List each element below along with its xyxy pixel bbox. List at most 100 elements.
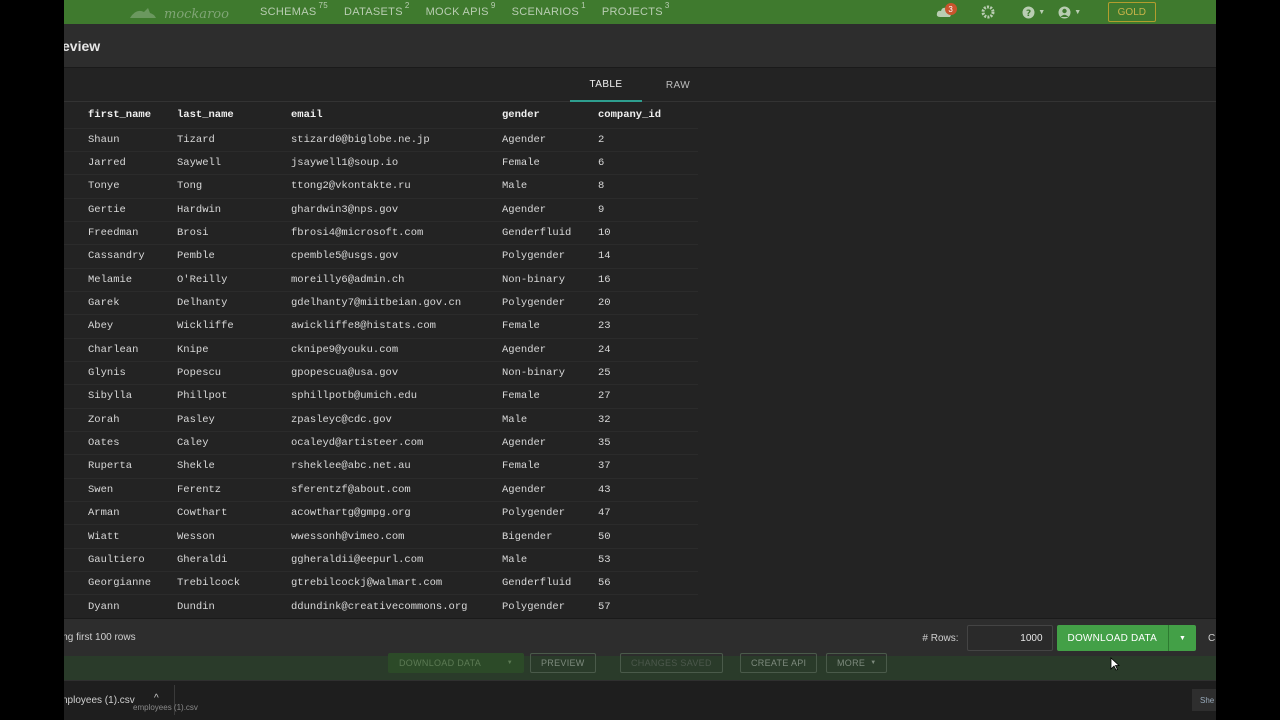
table-cell-gender: Female — [502, 460, 540, 473]
table-cell-gender: Agender — [502, 133, 547, 146]
chevron-down-icon: ▼ — [1074, 8, 1082, 16]
help-menu-button[interactable]: ? ▼ — [1016, 0, 1052, 24]
account-menu-button[interactable]: ▼ — [1052, 0, 1088, 24]
table-cell-first-name: Arman — [88, 507, 120, 520]
tab-raw[interactable]: RAW — [642, 68, 714, 102]
close-button-partial[interactable]: C — [1208, 633, 1216, 644]
table-cell-gender: Polygender — [502, 600, 566, 613]
column-header: email — [291, 108, 323, 121]
table-cell-last-name: Gheraldi — [177, 553, 228, 566]
gold-button[interactable]: GOLD — [1107, 2, 1156, 22]
preview-table-container[interactable]: first_name last_name email gender compan… — [64, 102, 1216, 618]
table-cell-email: ddundink@creativecommons.org — [291, 600, 468, 613]
table-cell-email: cknipe9@youku.com — [291, 343, 399, 356]
table-cell-gender: Agender — [502, 343, 547, 356]
bg-create-api-button: CREATE API — [740, 653, 818, 673]
rows-input[interactable] — [966, 625, 1053, 651]
table-cell-last-name: Wickliffe — [177, 320, 234, 333]
table-cell-gender: Genderfluid — [502, 227, 572, 240]
table-cell-email: acowthartg@gmpg.org — [291, 507, 411, 520]
table-cell-gender: Bigender — [502, 530, 553, 543]
table-cell-gender: Non-binary — [502, 367, 566, 380]
tab-table[interactable]: TABLE — [570, 68, 642, 102]
nav-item-schemas[interactable]: SCHEMAS 75 — [260, 1, 328, 18]
nav-item-projects[interactable]: PROJECTS 3 — [602, 1, 670, 18]
table-cell-company-id: 43 — [598, 483, 611, 496]
mockaroo-logo-icon[interactable]: mockaroo — [128, 4, 240, 22]
table-row: Wiatt Wesson wwessonh@vimeo.com Bigender 50 — [64, 524, 698, 548]
table-row: Swen Ferentz sferentzf@about.com Agender 43 — [64, 478, 698, 501]
table-cell-last-name: Pemble — [177, 250, 215, 263]
table-row: Charlean Knipe cknipe9@youku.com Agender 24 — [64, 338, 698, 361]
table-cell-email: jsaywell1@soup.io — [291, 157, 399, 170]
preview-table: first_name last_name email gender compan… — [64, 102, 698, 618]
table-cell-company-id: 6 — [598, 157, 605, 170]
table-cell-company-id: 35 — [598, 437, 611, 450]
table-cell-first-name: Gaultiero — [88, 553, 145, 566]
background-action-bar: DOWNLOAD DATA ▼ PREVIEW CHANGES SAVED CR… — [64, 653, 1216, 680]
table-body: Shaun Tizard stizard0@biglobe.ne.jp Agender… — [64, 128, 698, 618]
table-cell-company-id: 23 — [598, 320, 611, 333]
table-cell-email: moreilly6@admin.ch — [291, 273, 405, 286]
table-cell-gender: Polygender — [502, 250, 566, 263]
table-row: Garek Delhanty gdelhanty7@miitbeian.gov.cn… — [64, 291, 698, 314]
table-row: Gertie Hardwin ghardwin3@nps.gov Agender 9 — [64, 198, 698, 221]
show-all-button[interactable]: She — [1192, 689, 1216, 711]
nav-menu: SCHEMAS 75 DATASETS 2 MOCK APIS 9 SCENARIOS… — [260, 0, 686, 24]
table-cell-company-id: 50 — [598, 530, 611, 543]
preview-modal: eview TABLE RAW first_name last_name ema… — [64, 24, 1216, 656]
table-cell-last-name: Cowthart — [177, 507, 228, 520]
table-cell-first-name: Jarred — [88, 157, 126, 170]
table-cell-first-name: Swen — [88, 483, 114, 496]
download-file-name[interactable]: nployees (1).csv — [64, 695, 135, 706]
cloud-download-button[interactable]: 3 — [930, 0, 958, 24]
table-cell-first-name: Cassandry — [88, 250, 145, 263]
table-cell-gender: Female — [502, 320, 540, 333]
table-cell-company-id: 24 — [598, 343, 611, 356]
table-row: Abey Wickliffe awickliffe8@histats.com Fema… — [64, 314, 698, 338]
table-cell-last-name: Phillpot — [177, 390, 228, 403]
settings-button[interactable] — [974, 0, 1002, 24]
table-cell-company-id: 25 — [598, 367, 611, 380]
bg-preview-button: PREVIEW — [530, 653, 596, 673]
download-options-button[interactable]: ▼ — [1168, 625, 1196, 651]
table-cell-company-id: 53 — [598, 553, 611, 566]
cloud-badge: 3 — [944, 3, 957, 15]
svg-text:?: ? — [1026, 9, 1031, 19]
table-cell-first-name: Georgianne — [88, 577, 152, 590]
table-cell-first-name: Dyann — [88, 600, 120, 613]
table-cell-email: cpemble5@usgs.gov — [291, 250, 399, 263]
table-cell-email: zpasleyc@cdc.gov — [291, 413, 392, 426]
table-cell-gender: Male — [502, 180, 528, 193]
table-header-row: first_name last_name email gender compan… — [64, 102, 698, 128]
nav-item-mock-apis[interactable]: MOCK APIS 9 — [426, 1, 496, 18]
column-header: first_name — [88, 108, 152, 121]
download-data-button[interactable]: DOWNLOAD DATA — [1056, 625, 1168, 651]
nav-item-datasets[interactable]: DATASETS 2 — [344, 1, 410, 18]
top-nav: mockaroo SCHEMAS 75 DATASETS 2 MOCK APIS 9 … — [64, 0, 1216, 24]
table-cell-last-name: Hardwin — [177, 203, 222, 216]
table-cell-first-name: Zorah — [88, 413, 120, 426]
table-row: Freedman Brosi fbrosi4@microsoft.com Gender… — [64, 221, 698, 244]
bg-more-label: MORE — [837, 658, 866, 668]
table-cell-first-name: Freedman — [88, 227, 139, 240]
table-cell-email: sphillpotb@umich.edu — [291, 390, 418, 403]
nav-right: 3 ? ▼ ▼ GOLD — [930, 0, 1216, 24]
table-cell-first-name: Oates — [88, 437, 120, 450]
table-cell-first-name: Garek — [88, 297, 120, 310]
table-row: Arman Cowthart acowthartg@gmpg.org Polygend… — [64, 501, 698, 525]
column-header: last_name — [177, 108, 234, 121]
table-cell-email: gtrebilcockj@walmart.com — [291, 577, 443, 590]
table-cell-email: gdelhanty7@miitbeian.gov.cn — [291, 297, 462, 310]
app-screen: mockaroo SCHEMAS 75 DATASETS 2 MOCK APIS 9 … — [64, 0, 1216, 720]
table-cell-first-name: Charlean — [88, 343, 139, 356]
table-row: Dyann Dundin ddundink@creativecommons.org P… — [64, 594, 698, 618]
table-cell-company-id: 14 — [598, 250, 611, 263]
table-row: Shaun Tizard stizard0@biglobe.ne.jp Agender… — [64, 128, 698, 151]
table-row: Tonye Tong ttong2@vkontakte.ru Male 8 — [64, 174, 698, 198]
table-cell-first-name: Tonye — [88, 180, 120, 193]
table-cell-last-name: Wesson — [177, 530, 215, 543]
nav-item-scenarios[interactable]: SCENARIOS 1 — [512, 1, 586, 18]
table-cell-gender: Female — [502, 390, 540, 403]
table-cell-last-name: Caley — [177, 437, 209, 450]
